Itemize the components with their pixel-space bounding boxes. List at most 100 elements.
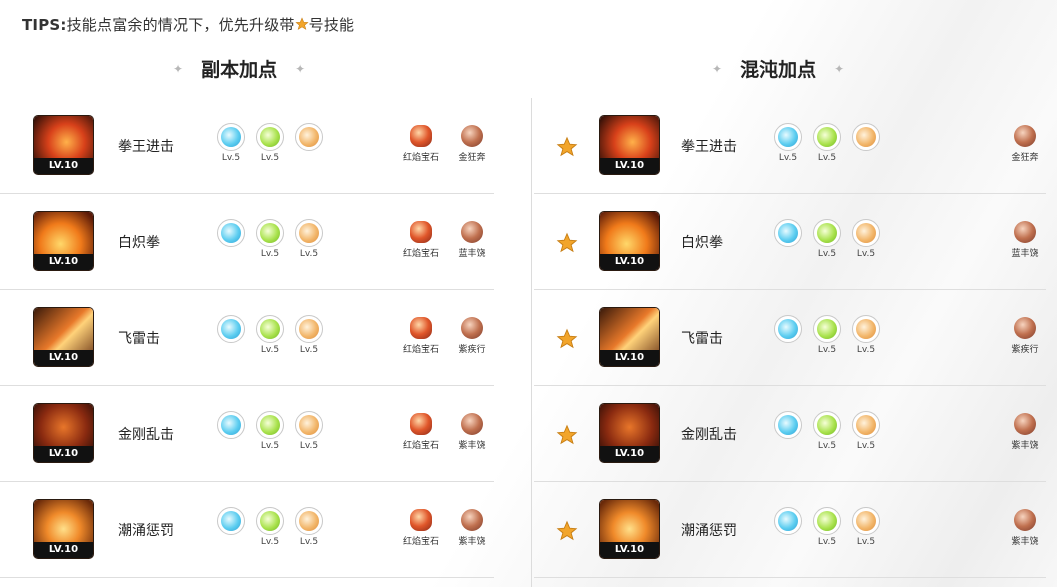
tips-suffix: 号技能 (308, 16, 355, 34)
star-icon (556, 424, 578, 446)
skill-icon: LV.10 (600, 308, 659, 366)
star-icon (556, 136, 578, 158)
skill-level-label: LV.10 (600, 542, 659, 558)
skill-name: 飞雷击 (118, 331, 160, 347)
rune-icon (774, 507, 802, 537)
gem-icon: 紫丰饶 (449, 413, 495, 451)
rune-icon: Lv.5 (852, 219, 880, 259)
rune-icon (774, 315, 802, 345)
rune-level: Lv.5 (260, 345, 280, 355)
rune-icon: Lv.5 (256, 123, 284, 163)
rune-level: Lv.5 (856, 345, 876, 355)
gem-icon: 红焰宝石 (398, 413, 444, 451)
skill-icon: LV.10 (600, 116, 659, 174)
column-divider (531, 98, 532, 587)
gem-icon: 紫丰饶 (1002, 413, 1048, 451)
skill-row: LV.10 拳王进击 Lv.5 Lv.5 红焰宝石 金狂奔 (0, 98, 494, 194)
gem-icon: 红焰宝石 (398, 509, 444, 547)
gem-label: 金狂奔 (1011, 153, 1039, 163)
rune-level: Lv.5 (817, 537, 837, 547)
rune-icon (217, 507, 245, 537)
gem-label: 紫丰饶 (458, 441, 486, 451)
skill-level-label: LV.10 (34, 158, 93, 174)
skill-icon: LV.10 (34, 212, 93, 270)
rune-icon (217, 219, 245, 249)
rune-icon (852, 123, 880, 153)
rune-icon: Lv.5 (852, 411, 880, 451)
star-icon (556, 520, 578, 542)
rune-icon: Lv.5 (852, 507, 880, 547)
rune-level: Lv.5 (778, 153, 798, 163)
rune-level: Lv.5 (260, 153, 280, 163)
star-icon (556, 232, 578, 254)
skill-row: LV.10 金刚乱击 Lv.5 Lv.5 紫丰饶 (534, 386, 1046, 482)
skill-level-label: LV.10 (34, 254, 93, 270)
rune-level: Lv.5 (299, 249, 319, 259)
skill-level-label: LV.10 (600, 158, 659, 174)
rune-icon (774, 411, 802, 441)
gem-label: 蓝丰饶 (458, 249, 486, 259)
rune-level: Lv.5 (856, 441, 876, 451)
rune-icon (774, 219, 802, 249)
gem-icon: 红焰宝石 (398, 221, 444, 259)
gem-label: 紫疾行 (1011, 345, 1039, 355)
skill-level-label: LV.10 (34, 446, 93, 462)
gem-label: 紫疾行 (458, 345, 486, 355)
chaos-skill-list: LV.10 拳王进击 Lv.5 Lv.5 金狂奔 LV.10 白炽拳 Lv.5 Lv.5 蓝丰饶 L… (534, 98, 1046, 578)
gem-icon: 金狂奔 (1002, 125, 1048, 163)
star-icon (556, 328, 578, 350)
gem-label: 红焰宝石 (402, 153, 439, 163)
section-title-chaos: ✦ 混沌加点 ✦ (712, 55, 844, 82)
skill-icon: LV.10 (600, 212, 659, 270)
skill-icon: LV.10 (600, 500, 659, 558)
rune-icon (217, 411, 245, 441)
rune-icon: Lv.5 (852, 315, 880, 355)
skill-row: LV.10 飞雷击 Lv.5 Lv.5 红焰宝石 紫疾行 (0, 290, 494, 386)
rune-level: Lv.5 (299, 345, 319, 355)
gem-label: 金狂奔 (458, 153, 486, 163)
section-title-dungeon: ✦ 副本加点 ✦ (173, 55, 305, 82)
gem-icon: 紫疾行 (449, 317, 495, 355)
skill-level-label: LV.10 (34, 350, 93, 366)
gem-icon: 金狂奔 (449, 125, 495, 163)
rune-level: Lv.5 (260, 441, 280, 451)
gem-icon: 紫丰饶 (1002, 509, 1048, 547)
tips-line: TIPS:技能点富余的情况下，优先升级带 号技能 (22, 14, 354, 35)
rune-icon: Lv.5 (256, 219, 284, 259)
skill-row: LV.10 金刚乱击 Lv.5 Lv.5 红焰宝石 紫丰饶 (0, 386, 494, 482)
rune-icon: Lv.5 (813, 507, 841, 547)
star-icon (295, 17, 309, 30)
rune-level: Lv.5 (817, 345, 837, 355)
tips-prefix: TIPS: (22, 16, 67, 34)
tips-text: 技能点富余的情况下，优先升级带 (66, 16, 295, 34)
rune-icon (295, 123, 323, 153)
rune-icon: Lv.5 (256, 411, 284, 451)
gem-label: 红焰宝石 (402, 441, 439, 451)
rune-icon: Lv.5 (256, 315, 284, 355)
dungeon-skill-list: LV.10 拳王进击 Lv.5 Lv.5 红焰宝石 金狂奔 LV.10 白炽拳 Lv.5 Lv.5… (0, 98, 494, 578)
skill-level-label: LV.10 (600, 446, 659, 462)
rune-icon: Lv.5 (295, 507, 323, 547)
gem-icon: 紫疾行 (1002, 317, 1048, 355)
skill-name: 金刚乱击 (681, 427, 737, 443)
rune-icon: Lv.5 (256, 507, 284, 547)
rune-icon: Lv.5 (295, 411, 323, 451)
skill-level-label: LV.10 (600, 254, 659, 270)
rune-level: Lv.5 (299, 441, 319, 451)
rune-icon: Lv.5 (295, 315, 323, 355)
section-title-text: 混沌加点 (740, 59, 817, 81)
section-title-text: 副本加点 (201, 59, 278, 81)
sparkle-icon: ✦ (834, 61, 845, 76)
rune-icon: Lv.5 (813, 219, 841, 259)
skill-icon: LV.10 (34, 116, 93, 174)
rune-level: Lv.5 (817, 441, 837, 451)
skill-icon: LV.10 (600, 404, 659, 462)
gem-label: 紫丰饶 (458, 537, 486, 547)
skill-name: 白炽拳 (681, 235, 723, 251)
rune-icon (217, 315, 245, 345)
rune-icon: Lv.5 (295, 219, 323, 259)
sparkle-icon: ✦ (295, 61, 306, 76)
rune-icon: Lv.5 (813, 315, 841, 355)
skill-name: 飞雷击 (681, 331, 723, 347)
gem-icon: 蓝丰饶 (449, 221, 495, 259)
